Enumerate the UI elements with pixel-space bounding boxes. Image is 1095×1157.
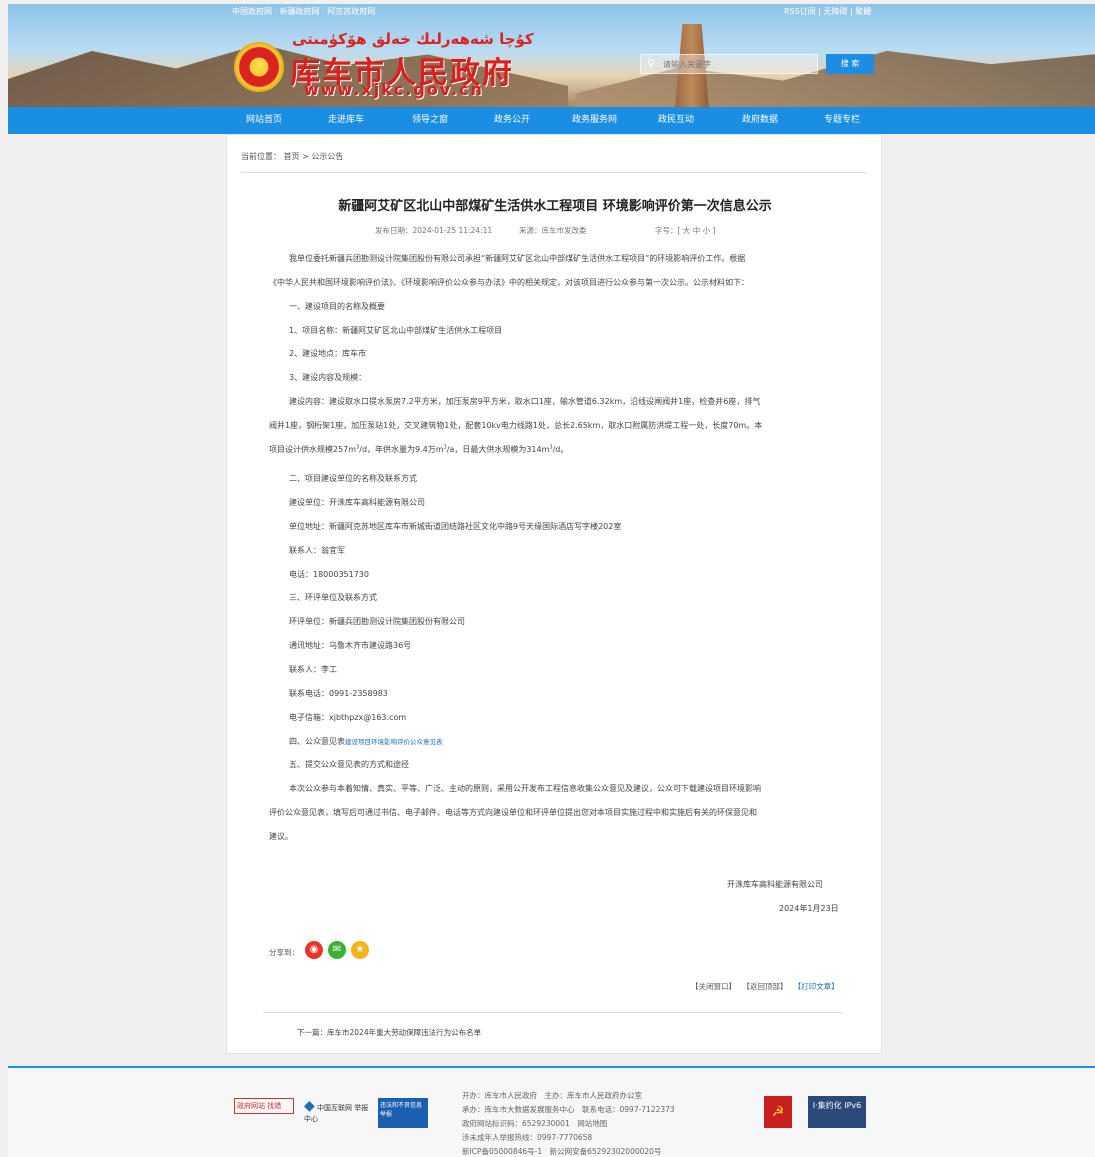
footer-organizer: 开办：库车市人民政府 主办：库车市人民政府办公室 <box>462 1091 642 1100</box>
top-links-left[interactable]: 中国政府网 · 新疆政府网 · 阿克苏政府网 <box>232 6 375 17</box>
internet-report-center-logo[interactable]: ◆ 中国互联网 举报中心 <box>304 1098 370 1124</box>
paragraph: 联系人：李工 <box>289 665 337 674</box>
paragraph: 环评单位：新疆兵团勘测设计院集团股份有限公司 <box>289 617 465 626</box>
paragraph: 阀井1座，钢桁架1座，加压泵站1处，交叉建筑物1处，配套10kv电力线路1处，总… <box>269 421 763 430</box>
paragraph: 2、建设地点：库车市 <box>289 349 367 358</box>
search-box: ⚲ <box>640 54 818 74</box>
section-heading: 三、环评单位及联系方式 <box>289 593 377 602</box>
nav-gov-open[interactable]: 政务公开 <box>494 107 530 134</box>
article-actions: 【关闭窗口】 【返回顶部】 【打印文章】 <box>687 981 839 992</box>
article-title: 新疆阿艾矿区北山中部煤矿生活供水工程项目 环境影响评价第一次信息公示 <box>338 199 772 214</box>
paragraph: 我单位委托新疆兵团勘测设计院集团股份有限公司承担“新疆阿艾矿区北山中部煤矿生活供… <box>289 254 746 263</box>
footer-hotline: 涉未成年人举报热线：0997-7770658 <box>462 1133 593 1142</box>
share-label: 分享到： <box>269 948 299 957</box>
footer-undertaker: 承办：库车市大数据发展服务中心 联系电话：0997-7122373 <box>462 1105 675 1114</box>
divider <box>241 172 867 173</box>
nav-interaction[interactable]: 政民互动 <box>658 107 694 134</box>
nav-about[interactable]: 走进库车 <box>328 107 364 134</box>
paragraph: 联系人：翁宜军 <box>289 546 345 555</box>
paragraph: 3、建设内容及规模： <box>289 373 367 382</box>
article-container: 当前位置： 首页 > 公示公告 新疆阿艾矿区北山中部煤矿生活供水工程项目 环境影… <box>226 134 882 1054</box>
nav-topics[interactable]: 专题专栏 <box>824 107 860 134</box>
paragraph: 建设内容：建设取水口提水泵房7.2平方米，加压泵房9平方米，取水口1座，输水管道… <box>289 397 761 406</box>
close-window-link[interactable]: 【关闭窗口】 <box>691 982 736 991</box>
signature-date: 2024年1月23日 <box>779 904 839 913</box>
paragraph: 1、项目名称：新疆阿艾矿区北山中部煤矿生活供水工程项目 <box>289 326 503 335</box>
mountain-decoration-right <box>575 50 1095 107</box>
paragraph: 建设单位：开洙库车高科能源有限公司 <box>289 498 425 507</box>
paragraph: 电话：18000351730 <box>289 570 369 579</box>
weibo-icon[interactable]: ◉ <box>305 941 323 959</box>
paragraph: 评价公众意见表，填写后可通过书信、电子邮件、电话等方式向建设单位和环评单位提出您… <box>269 808 757 817</box>
search-input[interactable] <box>663 57 813 71</box>
site-domain: www.xjkc.gov.cn <box>304 80 484 99</box>
paragraph: 电子信箱：xjbthpzx@163.com <box>289 713 407 722</box>
wechat-icon[interactable]: ✉ <box>328 941 346 959</box>
search-icon: ⚲ <box>647 57 656 70</box>
footer: 政府网站 找错 ◆ 中国互联网 举报中心 违法和不良信息举报 开办：库车市人民政… <box>8 1066 1095 1157</box>
main-nav: 网站首页 走进库车 领导之窗 政务公开 政务服务网 政民互动 政府数据 专题专栏 <box>8 107 1095 134</box>
footer-site-code[interactable]: 政府网站标识码：6529230001 网站地图 <box>462 1118 607 1129</box>
nav-data[interactable]: 政府数据 <box>742 107 778 134</box>
back-to-top-link[interactable]: 【返回顶部】 <box>742 982 787 991</box>
section-heading: 二、项目建设单位的名称及联系方式 <box>289 474 417 483</box>
paragraph: 通讯地址：乌鲁木齐市建设路36号 <box>289 641 412 650</box>
paragraph: 联系电话：0991-2358983 <box>289 689 388 698</box>
party-emblem-icon[interactable]: ☭ <box>764 1096 792 1128</box>
paragraph: 单位地址：新疆阿克苏地区库车市新城街道团结路社区文化中路9号天缘国际酒店写字楼2… <box>289 522 622 531</box>
top-links-right[interactable]: RSS订阅 | 无障碍 | 繁體 <box>784 6 871 17</box>
paragraph: 项目设计供水规模257m3/d，年供水量为9.4万m3/a，日最大供水规模为31… <box>269 444 569 454</box>
next-article-link[interactable]: 下一篇：库车市2024年重大劳动保障违法行为公布名单 <box>297 1027 481 1038</box>
illegal-info-report-logo[interactable]: 违法和不良信息举报 <box>378 1098 428 1128</box>
nav-leaders[interactable]: 领导之窗 <box>412 107 448 134</box>
paragraph: 建议。 <box>269 832 293 841</box>
header-banner <box>8 4 1095 107</box>
paragraph: 本次公众参与本着知情、真实、平等、广泛、主动的原则，采用公开发布工程信息收集公众… <box>289 784 761 793</box>
report-center-icon: ◆ <box>304 1098 315 1114</box>
paragraph: 《中华人民共和国环境影响评价法》、《环境影响评价公众参与办法》中的相关规定，对该… <box>269 278 749 287</box>
print-article-link[interactable]: 【打印文章】 <box>794 982 839 991</box>
font-size-selector[interactable]: 字号：[ 大 中 小 ] <box>655 225 715 236</box>
breadcrumb[interactable]: 当前位置： 首页 > 公示公告 <box>241 151 343 162</box>
gov-site-error-logo[interactable]: 政府网站 找错 <box>234 1098 294 1114</box>
nav-services[interactable]: 政务服务网 <box>572 107 617 134</box>
national-emblem-icon: ★ <box>234 42 284 92</box>
footer-icp[interactable]: 新ICP备05000846号-1 新公网安备65292302000020号 <box>462 1146 661 1157</box>
publish-date: 发布日期：2024-01-25 11:24:11 <box>375 226 493 235</box>
opinion-form-link[interactable]: 建设项目环境影响评价公众意见表 <box>345 738 443 746</box>
search-button[interactable]: 搜 索 <box>826 54 874 74</box>
divider <box>263 1012 843 1013</box>
qzone-icon[interactable]: ★ <box>351 941 369 959</box>
ipv6-badge: I·集约化 IPv6 <box>808 1096 866 1128</box>
section-heading: 一、建设项目的名称及概要 <box>289 302 385 311</box>
article-source: 来源：库车市发改委 <box>519 226 587 235</box>
section-heading: 五、提交公众意见表的方式和途径 <box>289 760 409 769</box>
uyghur-site-title: كۇچا شەھەرلىك خەلق ھۆكۈمىتى <box>292 30 534 48</box>
nav-home[interactable]: 网站首页 <box>246 107 282 134</box>
signature-org: 开洙库车高科能源有限公司 <box>727 880 823 889</box>
section-heading: 四、公众意见表建设项目环境影响评价公众意见表 <box>289 737 443 746</box>
